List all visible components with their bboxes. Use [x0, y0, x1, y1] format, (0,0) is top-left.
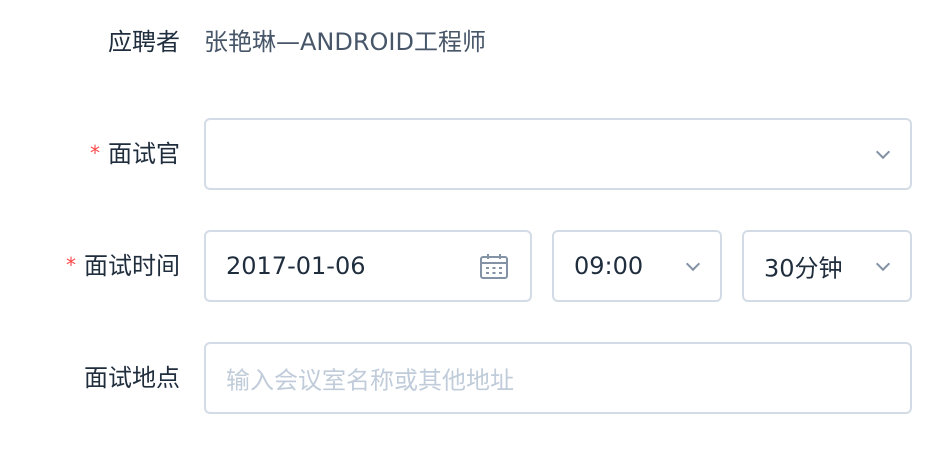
chevron-down-icon [685, 256, 701, 272]
interview-time-label-text: 面试时间 [84, 252, 180, 280]
required-mark: * [66, 253, 76, 277]
interview-time-label: * 面试时间 [66, 250, 180, 283]
applicant-label: 应聘者 [108, 26, 180, 58]
interviewer-label: * 面试官 [90, 138, 180, 171]
location-input[interactable]: 输入会议室名称或其他地址 [204, 342, 912, 414]
time-select[interactable]: 09:00 [552, 230, 722, 302]
location-label: 面试地点 [84, 362, 180, 394]
time-value: 09:00 [574, 252, 644, 280]
calendar-icon [480, 254, 508, 279]
date-value: 2017-01-06 [226, 252, 366, 280]
required-mark: * [90, 141, 100, 165]
location-label-text: 面试地点 [84, 364, 180, 392]
chevron-down-icon [875, 144, 891, 160]
location-placeholder: 输入会议室名称或其他地址 [226, 366, 514, 395]
interviewer-select[interactable] [204, 118, 912, 190]
chevron-down-icon [875, 256, 891, 272]
applicant-value: 张艳琳—ANDROID工程师 [204, 28, 486, 56]
duration-value: 30分钟 [764, 254, 843, 283]
applicant-label-text: 应聘者 [108, 28, 180, 56]
duration-select[interactable]: 30分钟 [742, 230, 912, 302]
date-picker[interactable]: 2017-01-06 [204, 230, 532, 302]
interviewer-label-text: 面试官 [108, 140, 180, 168]
